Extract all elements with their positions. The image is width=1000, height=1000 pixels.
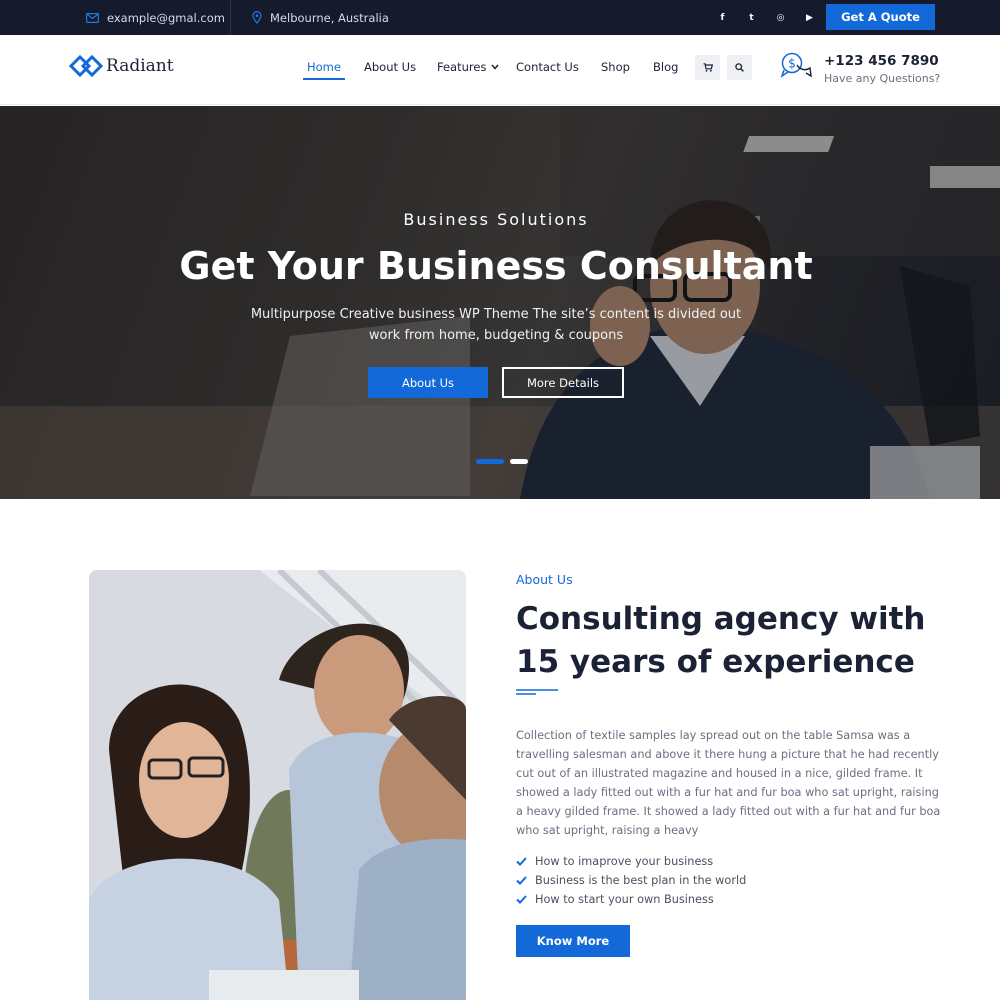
check-icon [516, 857, 527, 866]
feature-checklist: How to imaprove your business Business i… [516, 852, 746, 909]
social-links: f t ◎ ▶ [708, 0, 824, 35]
know-more-button[interactable]: Know More [516, 925, 630, 957]
nav-features[interactable]: Features [437, 60, 486, 74]
chevron-down-icon [491, 64, 499, 70]
envelope-icon [86, 12, 99, 23]
logo-mark-icon [69, 54, 103, 78]
checklist-text: Business is the best plan in the world [535, 874, 747, 887]
logo[interactable]: Radiant [69, 54, 174, 78]
slider-dot[interactable] [510, 459, 528, 464]
more-details-button[interactable]: More Details [502, 367, 624, 398]
list-item: Business is the best plan in the world [516, 871, 746, 890]
about-us-button[interactable]: About Us [368, 367, 488, 398]
phone-number[interactable]: +123 456 7890 [824, 53, 939, 69]
check-icon [516, 876, 527, 885]
location-contact: Melbourne, Australia [252, 0, 389, 35]
nav-home[interactable]: Home [303, 60, 345, 80]
twitter-icon[interactable]: t [737, 13, 766, 23]
check-icon [516, 895, 527, 904]
team-meeting-photo [89, 570, 466, 1000]
list-item: How to imaprove your business [516, 852, 746, 871]
get-a-quote-button[interactable]: Get A Quote [826, 4, 935, 30]
cart-button[interactable] [695, 55, 720, 80]
list-item: How to start your own Business [516, 890, 746, 909]
about-image [89, 570, 466, 1000]
title-underline [516, 689, 558, 695]
nav-blog[interactable]: Blog [653, 60, 678, 74]
main-header: Radiant Home About Us Features Contact U… [0, 35, 1000, 105]
about-title: Consulting agency with 15 years of exper… [516, 601, 926, 680]
about-paragraph: Collection of textile samples lay spread… [516, 729, 941, 837]
cart-icon [703, 63, 713, 72]
checklist-text: How to start your own Business [535, 893, 714, 906]
hero-text: Multipurpose Creative business WP Theme … [250, 307, 742, 343]
email-text: example@gmal.com [107, 10, 225, 25]
search-button[interactable] [727, 55, 752, 80]
map-pin-icon [252, 11, 262, 24]
phone-subtitle: Have any Questions? [824, 72, 941, 85]
hero-overlay [0, 106, 1000, 499]
topbar-divider [230, 0, 231, 35]
hero-eyebrow: Business Solutions [403, 210, 589, 229]
slider-dots [476, 459, 534, 464]
nav-about-us[interactable]: About Us [364, 60, 416, 74]
logo-text: Radiant [106, 56, 174, 76]
phone-support-icon: $ [779, 52, 812, 84]
youtube-icon[interactable]: ▶ [795, 13, 824, 23]
svg-text:$: $ [788, 57, 796, 71]
top-bar: example@gmal.com Melbourne, Australia f … [0, 0, 1000, 35]
instagram-icon[interactable]: ◎ [766, 13, 795, 23]
nav-shop[interactable]: Shop [601, 60, 630, 74]
slider-dot-active[interactable] [476, 459, 504, 464]
location-text: Melbourne, Australia [270, 10, 389, 25]
about-eyebrow: About Us [516, 572, 573, 587]
hero-slider: Business Solutions Get Your Business Con… [0, 106, 1000, 499]
checklist-text: How to imaprove your business [535, 855, 714, 868]
search-icon [735, 63, 744, 72]
nav-contact-us[interactable]: Contact Us [516, 60, 579, 74]
email-contact[interactable]: example@gmal.com [86, 0, 225, 35]
hero-title: Get Your Business Consultant [179, 244, 813, 288]
facebook-icon[interactable]: f [708, 13, 737, 23]
